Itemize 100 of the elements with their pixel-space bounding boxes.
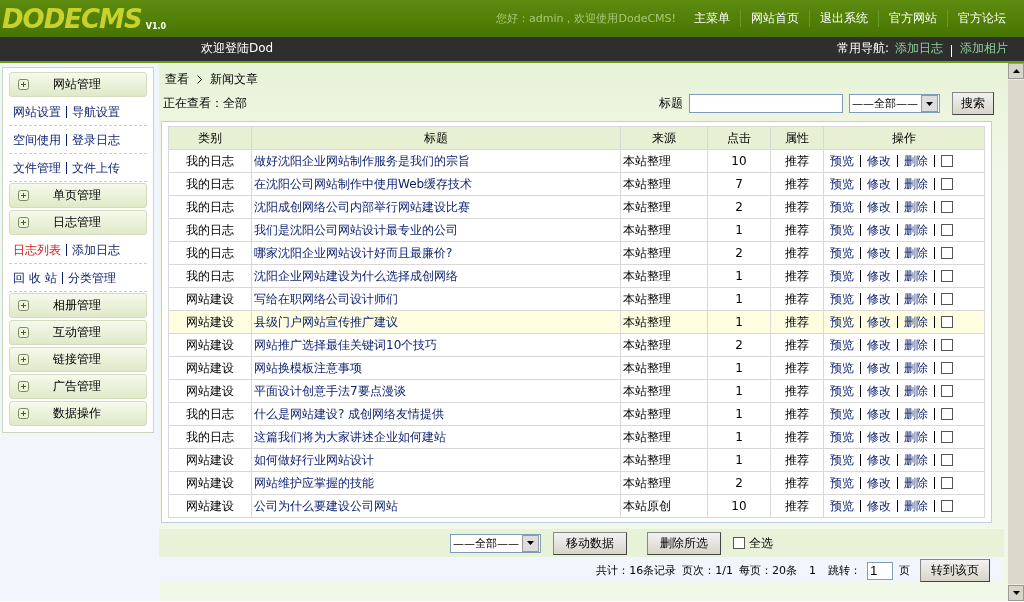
row-checkbox[interactable] [941, 270, 953, 282]
sidebar-link[interactable]: 分类管理 [67, 269, 116, 287]
row-checkbox[interactable] [941, 408, 953, 420]
action-link[interactable]: 预览 [830, 360, 854, 375]
action-link[interactable]: 预览 [830, 176, 854, 191]
article-title-link[interactable]: 如何做好行业网站设计 [251, 448, 621, 472]
action-link[interactable]: 修改 [867, 475, 891, 490]
delete-selected-button[interactable]: 删除所选 [647, 531, 721, 555]
action-link[interactable]: 修改 [867, 383, 891, 398]
action-link[interactable]: 修改 [867, 291, 891, 306]
action-link[interactable]: 预览 [830, 406, 854, 421]
quick-nav-link[interactable]: 添加相片 [960, 40, 1008, 57]
top-nav-link[interactable]: 主菜单 [684, 10, 740, 27]
action-link[interactable]: 修改 [867, 498, 891, 513]
go-to-page-button[interactable]: 转到该页 [920, 559, 990, 582]
top-nav-link[interactable]: 退出系统 [809, 10, 878, 27]
article-title-link[interactable]: 做好沈阳企业网站制作服务是我们的宗旨 [251, 149, 621, 173]
sidebar-link[interactable]: 文件管理 [13, 159, 61, 177]
top-nav-link[interactable]: 网站首页 [740, 10, 809, 27]
action-link[interactable]: 删除 [904, 452, 928, 467]
top-nav-link[interactable]: 官方网站 [878, 10, 947, 27]
row-checkbox[interactable] [941, 293, 953, 305]
sidebar-link[interactable]: 网站设置 [13, 103, 61, 121]
action-link[interactable]: 删除 [904, 498, 928, 513]
breadcrumb-item[interactable]: 新闻文章 [210, 71, 258, 88]
article-title-link[interactable]: 写给在职网络公司设计师们 [251, 287, 621, 311]
action-link[interactable]: 修改 [867, 222, 891, 237]
scrollbar[interactable] [1008, 63, 1024, 601]
action-link[interactable]: 删除 [904, 199, 928, 214]
row-checkbox[interactable] [941, 201, 953, 213]
action-link[interactable]: 预览 [830, 245, 854, 260]
scroll-down-icon[interactable] [1008, 585, 1024, 601]
article-title-link[interactable]: 在沈阳公司网站制作中使用Web缓存技术 [251, 172, 621, 196]
sidebar-link[interactable]: 回 收 站 [13, 269, 57, 287]
sidebar-section[interactable]: 网站管理 [9, 72, 147, 97]
action-link[interactable]: 删除 [904, 268, 928, 283]
action-link[interactable]: 预览 [830, 199, 854, 214]
select-all-checkbox[interactable] [733, 537, 745, 549]
sidebar-section[interactable]: 广告管理 [9, 374, 147, 399]
action-link[interactable]: 预览 [830, 452, 854, 467]
action-link[interactable]: 删除 [904, 475, 928, 490]
sidebar-link[interactable]: 日志列表 [13, 241, 61, 259]
sidebar-link[interactable]: 登录日志 [72, 131, 120, 149]
action-link[interactable]: 预览 [830, 475, 854, 490]
action-link[interactable]: 预览 [830, 429, 854, 444]
row-checkbox[interactable] [941, 224, 953, 236]
action-link[interactable]: 预览 [830, 314, 854, 329]
row-checkbox[interactable] [941, 339, 953, 351]
sidebar-link[interactable]: 导航设置 [72, 103, 120, 121]
sidebar-section[interactable]: 相册管理 [9, 293, 147, 318]
action-link[interactable]: 预览 [830, 268, 854, 283]
article-title-link[interactable]: 网站维护应掌握的技能 [251, 471, 621, 495]
action-link[interactable]: 修改 [867, 406, 891, 421]
action-link[interactable]: 删除 [904, 291, 928, 306]
search-button[interactable]: 搜索 [952, 92, 994, 115]
quick-nav-link[interactable]: 添加日志 [895, 40, 943, 57]
article-title-link[interactable]: 这篇我们将为大家讲述企业如何建站 [251, 425, 621, 449]
action-link[interactable]: 修改 [867, 452, 891, 467]
article-title-link[interactable]: 沈阳成创网络公司内部举行网站建设比赛 [251, 195, 621, 219]
action-link[interactable]: 修改 [867, 314, 891, 329]
article-title-link[interactable]: 平面设计创意手法7要点漫谈 [251, 379, 621, 403]
sidebar-section[interactable]: 链接管理 [9, 347, 147, 372]
row-checkbox[interactable] [941, 385, 953, 397]
title-search-field[interactable] [689, 94, 843, 113]
row-checkbox[interactable] [941, 178, 953, 190]
row-checkbox[interactable] [941, 500, 953, 512]
action-link[interactable]: 删除 [904, 383, 928, 398]
action-link[interactable]: 删除 [904, 176, 928, 191]
row-checkbox[interactable] [941, 316, 953, 328]
action-link[interactable]: 预览 [830, 498, 854, 513]
action-link[interactable]: 删除 [904, 429, 928, 444]
action-link[interactable]: 预览 [830, 153, 854, 168]
breadcrumb-item[interactable]: 查看 [165, 71, 189, 88]
action-link[interactable]: 修改 [867, 153, 891, 168]
page-input-field[interactable]: 1 [867, 561, 893, 580]
row-checkbox[interactable] [941, 155, 953, 167]
row-checkbox[interactable] [941, 362, 953, 374]
action-link[interactable]: 删除 [904, 360, 928, 375]
article-title-link[interactable]: 哪家沈阳企业网站设计好而且最廉价? [251, 241, 621, 265]
category-dropdown[interactable]: ——全部—— [849, 94, 940, 113]
article-title-link[interactable]: 我们是沈阳公司网站设计最专业的公司 [251, 218, 621, 242]
row-checkbox[interactable] [941, 477, 953, 489]
action-link[interactable]: 删除 [904, 153, 928, 168]
action-link[interactable]: 预览 [830, 337, 854, 352]
action-link[interactable]: 修改 [867, 268, 891, 283]
action-link[interactable]: 删除 [904, 337, 928, 352]
action-link[interactable]: 预览 [830, 383, 854, 398]
action-link[interactable]: 删除 [904, 406, 928, 421]
action-link[interactable]: 修改 [867, 176, 891, 191]
sidebar-section[interactable]: 日志管理 [9, 210, 147, 235]
action-link[interactable]: 修改 [867, 360, 891, 375]
target-dropdown[interactable]: ——全部—— [450, 533, 541, 553]
row-checkbox[interactable] [941, 431, 953, 443]
action-link[interactable]: 删除 [904, 245, 928, 260]
sidebar-section[interactable]: 单页管理 [9, 183, 147, 208]
sidebar-link[interactable]: 空间使用 [13, 131, 61, 149]
article-title-link[interactable]: 县级门户网站宣传推广建议 [251, 310, 621, 334]
article-title-link[interactable]: 公司为什么要建设公司网站 [251, 494, 621, 518]
sidebar-section[interactable]: 互动管理 [9, 320, 147, 345]
action-link[interactable]: 修改 [867, 199, 891, 214]
